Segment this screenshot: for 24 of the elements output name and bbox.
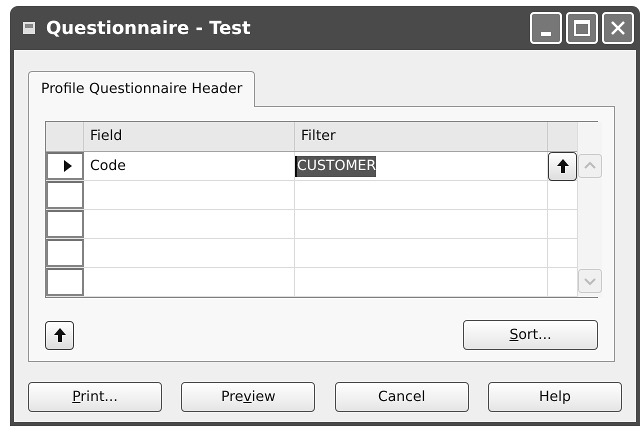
maximize-icon (574, 20, 590, 36)
filter-cell[interactable]: CUSTOMER (295, 156, 376, 176)
table-cell-text: Code (90, 156, 126, 176)
tab[interactable]: Profile Questionnaire Header (28, 71, 256, 107)
maximize-button[interactable] (566, 12, 598, 44)
dialog-button[interactable]: Help (488, 382, 622, 412)
window-title: Questionnaire - Test (46, 16, 252, 40)
minimize-button[interactable] (530, 12, 562, 44)
move-up-button[interactable] (45, 320, 74, 350)
window-icon (22, 21, 36, 35)
minimize-icon (541, 32, 551, 36)
dialog-button[interactable]: Cancel (334, 382, 469, 412)
sort-button[interactable]: Sort... (463, 320, 598, 350)
row-selector[interactable] (46, 152, 84, 180)
lookup-button[interactable] (548, 152, 577, 180)
dialog-button[interactable]: Print... (28, 382, 162, 412)
up-arrow-icon (556, 159, 568, 173)
current-row-icon (64, 160, 72, 172)
close-button[interactable] (602, 12, 634, 44)
dialog-button[interactable]: Preview (181, 382, 316, 412)
close-icon (610, 20, 626, 36)
up-arrow-icon (54, 328, 66, 342)
column-header[interactable]: Filter (295, 122, 548, 151)
column-header[interactable]: Field (84, 122, 295, 151)
